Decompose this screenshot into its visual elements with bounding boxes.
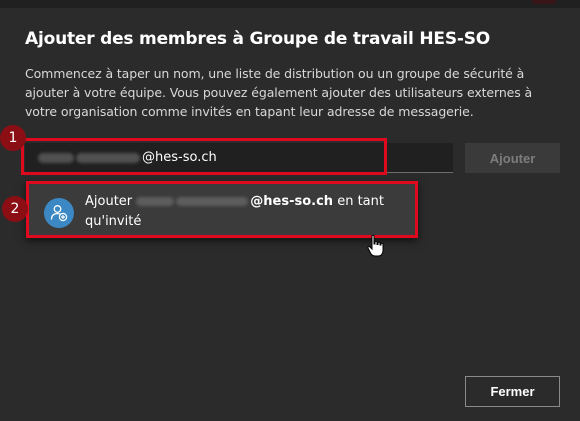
step-badge-2: 2 [2,196,28,222]
add-members-dialog: Ajouter des membres à Groupe de travail … [0,0,580,421]
annotation-highlight-input [21,138,387,175]
add-button[interactable]: Ajouter [465,143,560,173]
add-guest-suggestion[interactable]: Ajouter @hes-so.ch en tant qu'invité [26,181,418,238]
redacted-name [176,197,249,206]
dialog-description: Commencez à taper un nom, une liste de d… [25,66,533,119]
suggestion-text: Ajouter @hes-so.ch en tant qu'invité [85,192,385,232]
top-accent [532,0,556,4]
suggestion-email-domain: @hes-so.ch [250,194,334,209]
step-badge-1: 1 [0,125,26,151]
add-person-icon [44,198,74,228]
top-bar [0,0,580,8]
hand-cursor-icon [367,234,384,257]
redacted-name [136,197,175,206]
suggestion-prefix: Ajouter [85,194,133,209]
dialog-title: Ajouter des membres à Groupe de travail … [25,29,491,49]
close-button[interactable]: Fermer [465,376,560,407]
suggestion-suffix-line2: qu'invité [85,214,142,229]
suggestion-suffix: en tant [337,194,384,209]
